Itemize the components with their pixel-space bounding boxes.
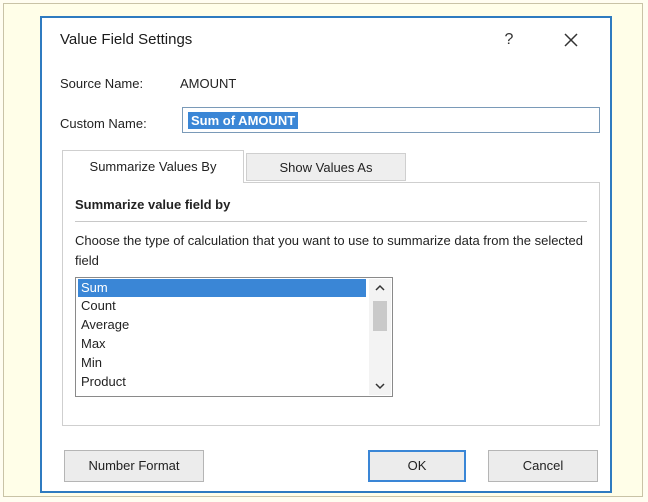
- tab-strip: Summarize Values By Show Values As: [62, 150, 602, 183]
- section-description: Choose the type of calculation that you …: [75, 233, 584, 268]
- list-item-max[interactable]: Max: [78, 335, 366, 353]
- close-button[interactable]: [554, 26, 588, 54]
- ok-button[interactable]: OK: [368, 450, 466, 482]
- scroll-thumb[interactable]: [373, 301, 387, 331]
- chevron-up-icon: [375, 279, 385, 296]
- help-button[interactable]: ?: [494, 26, 524, 54]
- chevron-down-icon: [375, 377, 385, 394]
- source-name-value: AMOUNT: [180, 76, 237, 91]
- dialog-title: Value Field Settings: [60, 31, 193, 48]
- source-name-label: Source Name:: [60, 76, 144, 91]
- scroll-up-button[interactable]: [369, 279, 391, 297]
- tab-summarize-values-by[interactable]: Summarize Values By: [62, 150, 244, 183]
- tab-panel: Summarize value field by Choose the type…: [62, 182, 600, 426]
- list-item-product[interactable]: Product: [78, 373, 366, 391]
- section-divider: [75, 221, 587, 222]
- cancel-button[interactable]: Cancel: [488, 450, 598, 482]
- list-item-average[interactable]: Average: [78, 316, 366, 334]
- tab-show-values-as[interactable]: Show Values As: [246, 153, 406, 181]
- custom-name-input[interactable]: Sum of AMOUNT: [182, 107, 600, 133]
- title-bar: Value Field Settings ?: [42, 18, 610, 62]
- number-format-button[interactable]: Number Format: [64, 450, 204, 482]
- custom-name-label: Custom Name:: [60, 116, 147, 131]
- screenshot-frame: Value Field Settings ? Source Name: AMOU…: [3, 3, 643, 497]
- close-icon: [564, 31, 578, 48]
- scroll-down-button[interactable]: [369, 377, 391, 395]
- value-field-settings-dialog: Value Field Settings ? Source Name: AMOU…: [40, 16, 612, 493]
- section-title: Summarize value field by: [75, 197, 231, 212]
- list-item-sum[interactable]: Sum: [78, 279, 366, 297]
- list-item-count[interactable]: Count: [78, 297, 366, 315]
- list-item-min[interactable]: Min: [78, 354, 366, 372]
- calculation-listbox[interactable]: Sum Count Average Max Min Product: [75, 277, 393, 397]
- custom-name-value: Sum of AMOUNT: [188, 112, 299, 129]
- listbox-scrollbar[interactable]: [369, 279, 391, 395]
